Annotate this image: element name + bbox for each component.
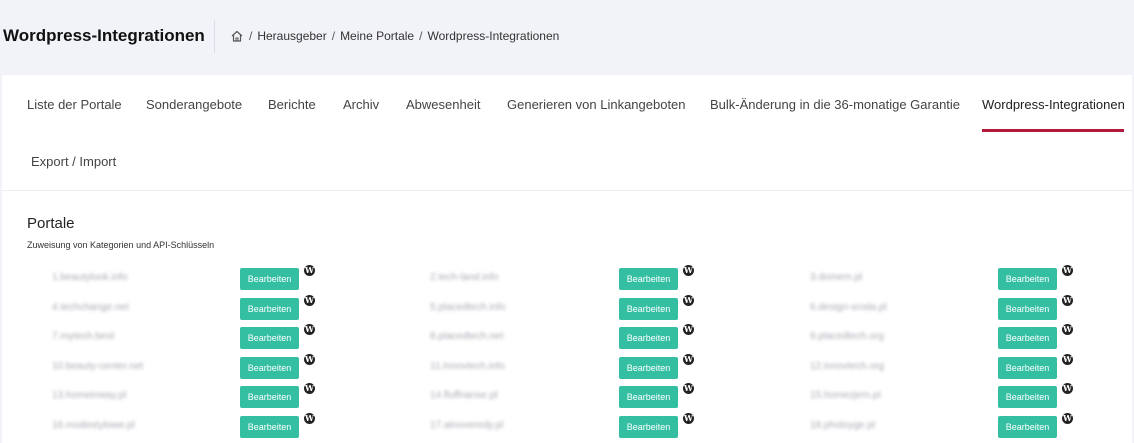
portal-name: 1.beautylook.info: [52, 272, 128, 283]
tab-bulk-aenderung[interactable]: Bulk-Änderung in die 36-monatige Garanti…: [710, 97, 960, 112]
tab-wordpress-integrationen[interactable]: Wordpress-Integrationen: [982, 97, 1125, 112]
wordpress-icon[interactable]: W: [683, 324, 694, 335]
portal-name: 13.homeinway.pl: [52, 390, 127, 401]
edit-button[interactable]: Bearbeiten: [619, 298, 678, 320]
edit-button[interactable]: Bearbeiten: [619, 268, 678, 290]
tab-export-import[interactable]: Export / Import: [31, 154, 116, 169]
portal-name: 18.pholoyge.pl: [810, 420, 876, 431]
portal-name: 8.placedtech.net: [430, 331, 504, 342]
wordpress-icon[interactable]: W: [1062, 383, 1073, 394]
breadcrumb-item-current: Wordpress-Integrationen: [427, 29, 560, 43]
portal-name: 7.mytech.best: [52, 331, 115, 342]
edit-button[interactable]: Bearbeiten: [240, 357, 299, 379]
breadcrumb-separator: /: [249, 29, 253, 43]
portal-name: 16.modestylowe.pl: [52, 420, 135, 431]
edit-button[interactable]: Bearbeiten: [998, 268, 1057, 290]
wordpress-icon[interactable]: W: [683, 265, 694, 276]
tab-archiv[interactable]: Archiv: [343, 97, 379, 112]
header-divider: [214, 20, 215, 53]
breadcrumb: / Herausgeber / Meine Portale / Wordpres…: [230, 29, 559, 43]
edit-button[interactable]: Bearbeiten: [240, 327, 299, 349]
home-icon[interactable]: [230, 29, 244, 43]
portal-name: 14.fluffnanse.pl: [430, 390, 498, 401]
edit-button[interactable]: Bearbeiten: [998, 327, 1057, 349]
wordpress-icon[interactable]: W: [1062, 354, 1073, 365]
edit-button[interactable]: Bearbeiten: [240, 386, 299, 408]
tab-liste-der-portale[interactable]: Liste der Portale: [27, 97, 122, 112]
wordpress-icon[interactable]: W: [1062, 324, 1073, 335]
tab-sonderangebote[interactable]: Sonderangebote: [146, 97, 242, 112]
wordpress-icon[interactable]: W: [304, 383, 315, 394]
portal-name: 2.tech-land.info: [430, 272, 499, 283]
portal-name: 15.homezjem.pl: [810, 390, 881, 401]
edit-button[interactable]: Bearbeiten: [998, 357, 1057, 379]
portal-name: 11.innovtech.info: [430, 361, 505, 372]
breadcrumb-separator: /: [331, 29, 336, 43]
breadcrumb-item-meine-portale[interactable]: Meine Portale: [340, 29, 414, 43]
wordpress-icon[interactable]: W: [683, 383, 694, 394]
wordpress-icon[interactable]: W: [1062, 295, 1073, 306]
tab-berichte[interactable]: Berichte: [268, 97, 316, 112]
breadcrumb-item-herausgeber[interactable]: Herausgeber: [257, 29, 326, 43]
wordpress-icon[interactable]: W: [683, 295, 694, 306]
page-title: Wordpress-Integrationen: [3, 26, 205, 45]
edit-button[interactable]: Bearbeiten: [619, 386, 678, 408]
tab-bar: Liste der Portale Sonderangebote Bericht…: [2, 75, 1132, 191]
edit-button[interactable]: Bearbeiten: [240, 416, 299, 438]
top-header: Wordpress-Integrationen / Herausgeber / …: [0, 0, 1134, 75]
wordpress-icon[interactable]: W: [1062, 413, 1073, 424]
tab-linkangebote[interactable]: Generieren von Linkangeboten: [507, 97, 686, 112]
wordpress-icon[interactable]: W: [683, 354, 694, 365]
edit-button[interactable]: Bearbeiten: [619, 357, 678, 379]
edit-button[interactable]: Bearbeiten: [240, 268, 299, 290]
portal-name: 12.innovtech.org: [810, 361, 884, 372]
edit-button[interactable]: Bearbeiten: [619, 416, 678, 438]
portal-name: 3.domem.pl: [810, 272, 863, 283]
edit-button[interactable]: Bearbeiten: [998, 416, 1057, 438]
portal-name: 10.beauty-center.net: [52, 361, 144, 372]
wordpress-icon[interactable]: W: [304, 354, 315, 365]
wordpress-icon[interactable]: W: [1062, 265, 1073, 276]
portal-name: 4.techchange.net: [52, 302, 129, 313]
section-subtitle: Zuweisung von Kategorien und API-Schlüss…: [27, 240, 215, 250]
wordpress-icon[interactable]: W: [304, 413, 315, 424]
wordpress-icon[interactable]: W: [683, 413, 694, 424]
wordpress-icon[interactable]: W: [304, 295, 315, 306]
portal-name: 5.placedtech.info: [430, 302, 506, 313]
edit-button[interactable]: Bearbeiten: [998, 298, 1057, 320]
wordpress-icon[interactable]: W: [304, 265, 315, 276]
tab-abwesenheit[interactable]: Abwesenheit: [406, 97, 480, 112]
edit-button[interactable]: Bearbeiten: [240, 298, 299, 320]
content-card: Liste der Portale Sonderangebote Bericht…: [2, 75, 1132, 443]
active-tab-indicator: [982, 129, 1124, 132]
portal-name: 6.design-sroda.pl: [810, 302, 887, 313]
portal-name: 17.atnoveredy.pl: [430, 420, 504, 431]
wordpress-icon[interactable]: W: [304, 324, 315, 335]
edit-button[interactable]: Bearbeiten: [619, 327, 678, 349]
portal-name: 9.placedtech.org: [810, 331, 884, 342]
section-title: Portale: [27, 215, 75, 232]
edit-button[interactable]: Bearbeiten: [998, 386, 1057, 408]
breadcrumb-separator: /: [419, 29, 423, 43]
